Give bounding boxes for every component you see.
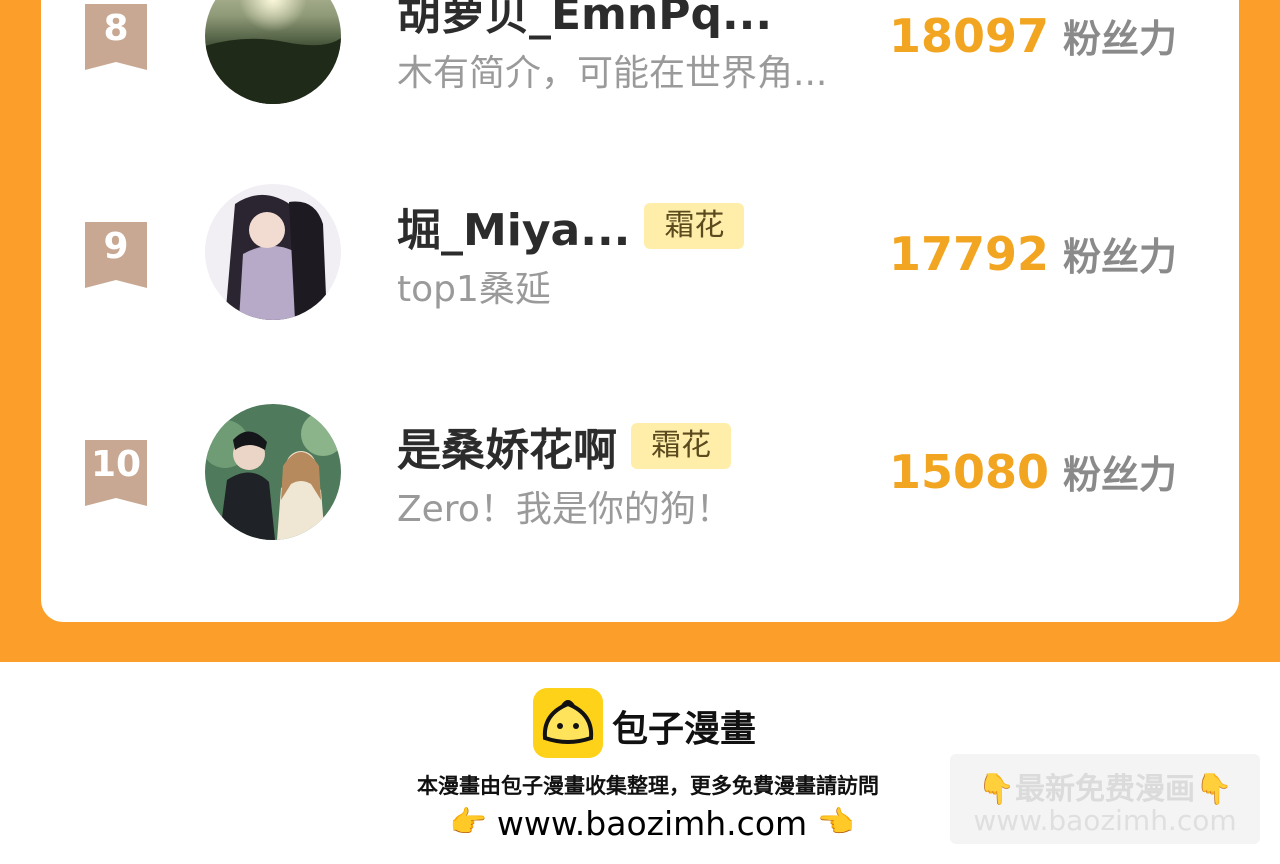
fan-score: 18097 粉丝力: [889, 8, 1177, 63]
fan-score-value: 15080: [889, 445, 1050, 499]
watermark-title: 👇最新免费漫画👇: [977, 772, 1233, 807]
user-name[interactable]: 胡萝贝_EmnPq...: [397, 0, 772, 42]
fan-score-value: 18097: [889, 9, 1050, 63]
user-name[interactable]: 是桑娇花啊: [397, 414, 617, 478]
brand-name[interactable]: 包子漫畫: [612, 700, 756, 752]
pointing-right-hand-icon: 👉: [449, 805, 487, 840]
rank-number: 8: [103, 8, 129, 49]
avatar[interactable]: [205, 404, 341, 540]
fan-score-unit: 粉丝力: [1063, 235, 1178, 279]
user-name-line: 是桑娇花啊 霜花: [397, 418, 731, 476]
fan-score: 15080 粉丝力: [889, 444, 1177, 499]
user-name-line: 堀_Miya... 霜花: [397, 198, 745, 256]
rank-badge: 8: [85, 4, 147, 70]
fan-tag: 霜花: [631, 423, 731, 469]
watermark-url: www.baozimh.com: [973, 804, 1237, 837]
user-intro: Zero！我是你的狗！: [397, 489, 732, 530]
user-name-line: 胡萝贝_EmnPq...: [397, 0, 772, 40]
watermark: 👇最新免费漫画👇 www.baozimh.com: [950, 754, 1260, 844]
fan-score: 17792 粉丝力: [889, 226, 1177, 281]
fan-score-unit: 粉丝力: [1063, 17, 1178, 61]
footer-note: 本漫畫由包子漫畫收集整理，更多免費漫畫請訪問: [417, 774, 879, 798]
fan-ranking-card: 8 胡萝贝_EmnPq... 木有简介，可能在世界角... 18097 粉丝力 …: [41, 0, 1239, 622]
baozi-logo-icon[interactable]: [533, 688, 603, 758]
site-url-link[interactable]: www.baozimh.com: [497, 804, 807, 843]
rank-number: 9: [103, 226, 129, 267]
footer-url-line: 👉 www.baozimh.com 👈: [436, 800, 868, 846]
pointing-left-hand-icon: 👈: [817, 805, 855, 840]
rank-badge: 10: [85, 440, 147, 506]
user-name[interactable]: 堀_Miya...: [397, 194, 630, 258]
rank-badge: 9: [85, 222, 147, 288]
user-intro: top1桑延: [397, 269, 551, 310]
rank-number: 10: [90, 444, 142, 485]
ranking-row[interactable]: 9 堀_Miya... 霜花 top1桑延 17792 粉丝力: [41, 184, 1239, 348]
ranking-row[interactable]: 10 是桑娇花啊 霜花 Zero！我是你的狗！ 15080 粉丝力: [41, 404, 1239, 566]
fan-tag: 霜花: [644, 203, 745, 249]
fan-score-value: 17792: [889, 227, 1050, 281]
avatar[interactable]: [205, 0, 341, 104]
fan-score-unit: 粉丝力: [1063, 453, 1178, 497]
avatar[interactable]: [205, 184, 341, 320]
user-intro: 木有简介，可能在世界角...: [397, 53, 828, 94]
ranking-row[interactable]: 8 胡萝贝_EmnPq... 木有简介，可能在世界角... 18097 粉丝力: [41, 0, 1239, 130]
